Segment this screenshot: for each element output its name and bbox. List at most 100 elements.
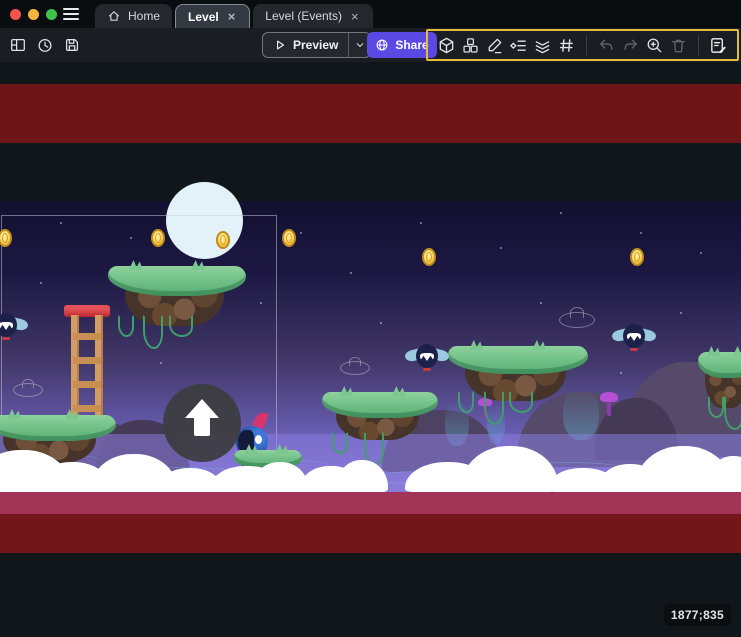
edit-pencil-icon[interactable] <box>483 32 506 58</box>
island-platform-instance[interactable] <box>108 266 246 372</box>
mushroom-cap <box>600 392 618 402</box>
ladder-rung <box>73 333 101 340</box>
preview-label: Preview <box>293 38 338 52</box>
trash-icon[interactable] <box>667 32 690 58</box>
tab-home[interactable]: Home <box>95 4 172 28</box>
cursor-coordinates-badge: 1877;835 <box>664 604 731 626</box>
coin-inner-ring <box>155 233 161 243</box>
ladder-rung <box>73 405 101 412</box>
island-vine <box>143 315 163 349</box>
bat-enemy-instance[interactable] <box>405 344 449 374</box>
island-vine <box>724 396 741 430</box>
island-vine <box>509 391 533 413</box>
jump-control-button[interactable] <box>163 384 241 462</box>
star <box>640 232 642 234</box>
scene-top-red-band <box>0 84 741 143</box>
toolbar-divider <box>698 35 699 55</box>
tab-level-events[interactable]: Level (Events) × <box>253 4 372 28</box>
coin-instance[interactable] <box>630 248 644 266</box>
island-platform-instance[interactable] <box>448 346 588 446</box>
star <box>350 272 352 274</box>
island-vine <box>169 315 193 337</box>
bat-claws <box>2 337 10 340</box>
coin-inner-ring <box>220 235 226 245</box>
island-vine <box>484 391 504 425</box>
tab-label: Level (Events) <box>265 9 342 23</box>
layers-icon[interactable] <box>531 32 554 58</box>
player-eye <box>255 435 262 444</box>
grid-icon[interactable] <box>555 32 578 58</box>
star <box>420 222 422 224</box>
tab-label: Home <box>128 9 160 23</box>
scene-canvas[interactable]: 1877;835 <box>0 62 741 637</box>
tab-label: Level <box>188 10 219 24</box>
tab-close-icon[interactable]: × <box>226 9 238 24</box>
panels-icon[interactable] <box>6 32 29 58</box>
island-vine <box>332 432 348 454</box>
globe-icon <box>375 38 389 52</box>
coin-inner-ring <box>634 252 640 262</box>
play-icon <box>273 38 287 52</box>
preview-button[interactable]: Preview <box>263 33 348 57</box>
undo-icon[interactable] <box>595 32 618 58</box>
bat-enemy-instance[interactable] <box>0 313 28 343</box>
star <box>500 247 502 249</box>
save-icon[interactable] <box>60 32 83 58</box>
coin-inner-ring <box>2 233 8 243</box>
titlebar: Home Level × Level (Events) × <box>0 0 741 28</box>
coin-instance[interactable] <box>282 229 296 247</box>
star <box>680 312 682 314</box>
toolbar-divider <box>586 35 587 55</box>
star <box>560 212 562 214</box>
up-arrow-icon <box>185 399 219 418</box>
bat-claws <box>423 368 431 371</box>
close-window-button[interactable] <box>10 9 21 20</box>
zoom-window-button[interactable] <box>46 9 57 20</box>
ufo-dome <box>22 379 33 389</box>
ufo-outline-instance[interactable] <box>13 383 43 397</box>
scene-bottom-red-band <box>0 514 741 553</box>
redo-icon[interactable] <box>619 32 642 58</box>
ladder-rung <box>73 357 101 364</box>
ufo-dome <box>349 357 360 367</box>
object-groups-icon[interactable] <box>459 32 482 58</box>
bat-claws <box>630 348 638 351</box>
minimize-window-button[interactable] <box>28 9 39 20</box>
ufo-dome <box>570 307 584 318</box>
island-grass <box>322 392 438 418</box>
island-vine <box>458 391 474 413</box>
scene-pink-band <box>0 492 741 514</box>
objects-cube-icon[interactable] <box>435 32 458 58</box>
coin-instance[interactable] <box>216 231 230 249</box>
coin-instance[interactable] <box>422 248 436 266</box>
coin-inner-ring <box>286 233 292 243</box>
home-icon <box>107 9 121 23</box>
bat-enemy-instance[interactable] <box>612 324 656 354</box>
main-menu-icon[interactable] <box>63 8 79 20</box>
mushroom-instance[interactable] <box>600 392 618 420</box>
ufo-outline-instance[interactable] <box>340 361 370 375</box>
ladder-rung <box>73 381 101 388</box>
instances-list-icon[interactable] <box>507 32 530 58</box>
star <box>620 372 622 374</box>
star <box>380 322 382 324</box>
edit-note-icon[interactable] <box>707 32 730 58</box>
scene-tools-highlight-box <box>426 29 739 61</box>
history-icon[interactable] <box>33 32 56 58</box>
ladder-instance[interactable] <box>64 305 110 421</box>
chevron-down-icon <box>354 39 366 51</box>
coin-instance[interactable] <box>151 229 165 247</box>
star <box>300 232 302 234</box>
tab-close-icon[interactable]: × <box>349 9 361 24</box>
star <box>540 302 542 304</box>
tab-level[interactable]: Level × <box>175 4 250 28</box>
coin-inner-ring <box>426 252 432 262</box>
toolbar-left-group <box>6 28 83 62</box>
island-vine <box>708 396 724 418</box>
star <box>700 252 702 254</box>
zoom-in-icon[interactable] <box>643 32 666 58</box>
share-label: Share <box>395 38 428 52</box>
ufo-outline-instance[interactable] <box>559 312 595 328</box>
app-window: Home Level × Level (Events) × <box>0 0 741 637</box>
island-platform-instance[interactable] <box>698 352 741 452</box>
